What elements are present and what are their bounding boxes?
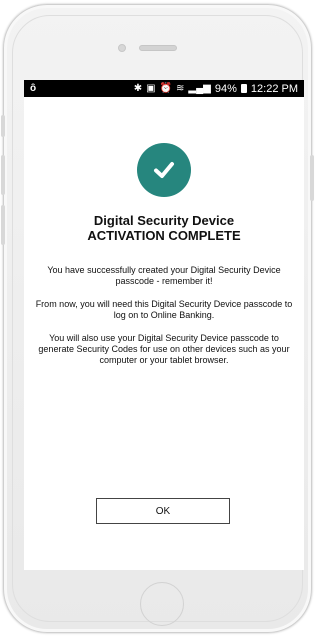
home-button[interactable]	[140, 582, 184, 626]
status-bar: ȏ ✱ ▣ ⏰ ≋ ▂▄▆ 94% 12:22 PM	[24, 80, 304, 97]
wifi-icon: ≋	[176, 83, 185, 94]
app-screen: ȏ ✱ ▣ ⏰ ≋ ▂▄▆ 94% 12:22 PM Digital Secur…	[24, 80, 304, 570]
bluetooth-icon: ✱	[133, 83, 143, 94]
mute-switch	[1, 115, 5, 137]
volume-down-button	[1, 205, 5, 245]
activation-content: Digital Security Device ACTIVATION COMPL…	[24, 143, 304, 366]
page-title: Digital Security Device ACTIVATION COMPL…	[24, 213, 304, 243]
alarm-icon: ⏰	[159, 83, 173, 94]
battery-icon	[240, 84, 247, 93]
paragraph-online-banking: From now, you will need this Digital Sec…	[35, 299, 293, 320]
ok-button[interactable]: OK	[96, 498, 230, 524]
notification-icon: ȏ	[30, 83, 37, 94]
title-line-1: Digital Security Device	[93, 213, 235, 228]
power-button	[310, 155, 314, 201]
nfc-icon: ▣	[146, 83, 156, 94]
checkmark-icon	[154, 162, 174, 178]
check-circle-icon	[137, 143, 191, 197]
clock: 12:22 PM	[250, 82, 298, 95]
paragraph-passcode-created: You have successfully created your Digit…	[47, 265, 281, 286]
volume-up-button	[1, 155, 5, 195]
front-camera	[118, 44, 126, 52]
status-icons: ✱ ▣ ⏰ ≋ ▂▄▆ 94% 12:22 PM	[134, 83, 298, 95]
paragraph-security-codes: You will also use your Digital Security …	[38, 333, 290, 365]
battery-percent: 94%	[214, 82, 237, 95]
title-line-2: ACTIVATION COMPLETE	[87, 228, 241, 243]
signal-icon: ▂▄▆	[188, 83, 211, 94]
earpiece-speaker	[139, 45, 177, 51]
